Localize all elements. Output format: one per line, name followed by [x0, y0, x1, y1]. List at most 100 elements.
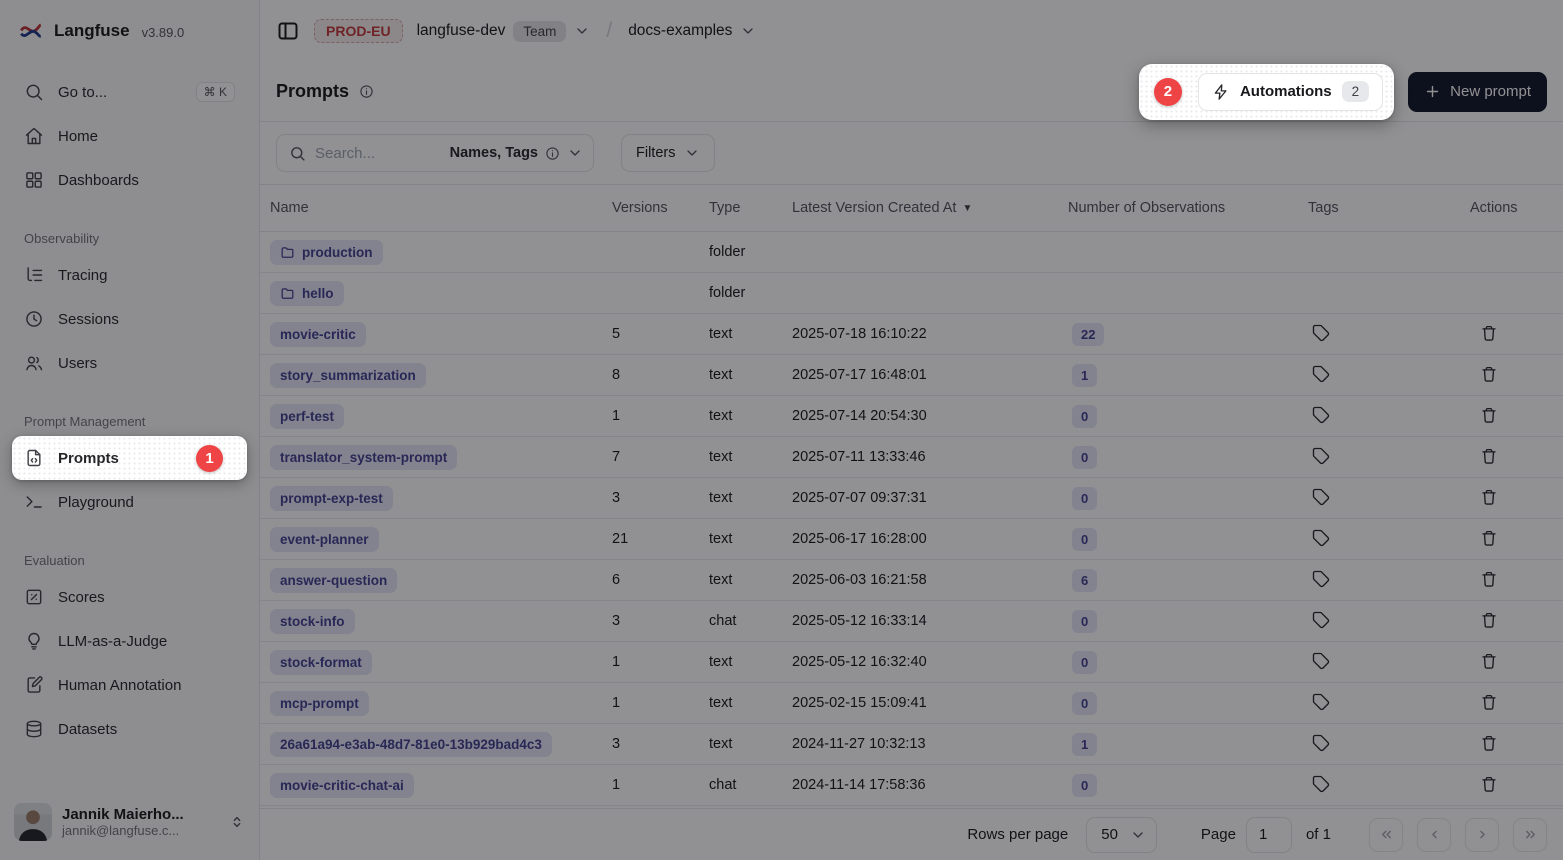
- table-row[interactable]: stock-info 3 chat 2025-05-12 16:33:14 0: [260, 601, 1563, 642]
- avatar: [14, 803, 52, 841]
- table-row[interactable]: perf-test 1 text 2025-07-14 20:54:30 0: [260, 396, 1563, 437]
- sidebar-item-prompts[interactable]: Prompts 1: [12, 436, 247, 480]
- column-header-tags[interactable]: Tags: [1308, 200, 1470, 216]
- delete-prompt-button[interactable]: [1478, 568, 1500, 590]
- add-tag-button[interactable]: [1310, 773, 1332, 795]
- table-row[interactable]: stock-format 1 text 2025-05-12 16:32:40 …: [260, 642, 1563, 683]
- delete-prompt-button[interactable]: [1478, 773, 1500, 795]
- column-header-type[interactable]: Type: [709, 200, 792, 216]
- add-tag-button[interactable]: [1310, 363, 1332, 385]
- delete-prompt-button[interactable]: [1478, 322, 1500, 344]
- table-row[interactable]: hello folder: [260, 273, 1563, 314]
- versions-cell: 8: [612, 367, 709, 383]
- sidebar-item-scores[interactable]: Scores: [12, 575, 247, 619]
- add-tag-button[interactable]: [1310, 445, 1332, 467]
- delete-prompt-button[interactable]: [1478, 527, 1500, 549]
- table-row[interactable]: answer-question 6 text 2025-06-03 16:21:…: [260, 560, 1563, 601]
- delete-prompt-button[interactable]: [1478, 691, 1500, 713]
- prompt-name-badge[interactable]: 26a61a94-e3ab-48d7-81e0-13b929bad4c3: [270, 732, 552, 757]
- delete-prompt-button[interactable]: [1478, 363, 1500, 385]
- prompt-name-badge[interactable]: production: [270, 240, 383, 265]
- prompt-name-badge[interactable]: stock-format: [270, 650, 372, 675]
- sidebar-item-llm-as-a-judge[interactable]: LLM-as-a-Judge: [12, 619, 247, 663]
- add-tag-button[interactable]: [1310, 404, 1332, 426]
- add-tag-button[interactable]: [1310, 732, 1332, 754]
- sidebar-item-datasets[interactable]: Datasets: [12, 707, 247, 751]
- tag-icon: [1312, 693, 1330, 711]
- table-row[interactable]: mcp-prompt 1 text 2025-02-15 15:09:41 0: [260, 683, 1563, 724]
- prompt-name-badge[interactable]: perf-test: [270, 404, 344, 429]
- column-header-name[interactable]: Name: [270, 200, 612, 216]
- sidebar-item-dashboards[interactable]: Dashboards: [12, 158, 247, 202]
- prompt-name-badge[interactable]: hello: [270, 281, 344, 306]
- add-tag-button[interactable]: [1310, 568, 1332, 590]
- sidebar-item-sessions[interactable]: Sessions: [12, 297, 247, 341]
- sidebar-toggle-icon[interactable]: [276, 19, 300, 43]
- search-input[interactable]: [315, 145, 441, 162]
- column-header-created-at[interactable]: Latest Version Created At ▼: [792, 200, 1068, 216]
- versions-cell: 3: [612, 736, 709, 752]
- sidebar-item-label: Tracing: [58, 267, 107, 284]
- sidebar-item-goto[interactable]: Go to... ⌘ K: [12, 70, 247, 114]
- prompt-name-badge[interactable]: stock-info: [270, 609, 355, 634]
- rows-per-page-select[interactable]: 50: [1086, 817, 1157, 853]
- type-cell: text: [709, 736, 792, 752]
- table-row[interactable]: movie-critic-chat-ai 1 chat 2024-11-14 1…: [260, 765, 1563, 806]
- org-selector[interactable]: langfuse-dev Team: [417, 21, 591, 42]
- table-row[interactable]: story_summarization 8 text 2025-07-17 16…: [260, 355, 1563, 396]
- delete-prompt-button[interactable]: [1478, 445, 1500, 467]
- file-code-icon: [24, 448, 44, 468]
- add-tag-button[interactable]: [1310, 527, 1332, 549]
- table-row[interactable]: event-planner 21 text 2025-06-17 16:28:0…: [260, 519, 1563, 560]
- sidebar-item-playground[interactable]: Playground: [12, 480, 247, 524]
- add-tag-button[interactable]: [1310, 322, 1332, 344]
- prompt-name-badge[interactable]: prompt-exp-test: [270, 486, 393, 511]
- delete-prompt-button[interactable]: [1478, 732, 1500, 754]
- prompt-name-badge[interactable]: story_summarization: [270, 363, 426, 388]
- prompt-name-badge[interactable]: event-planner: [270, 527, 379, 552]
- last-page-button[interactable]: [1513, 818, 1547, 852]
- prompt-name-badge[interactable]: movie-critic-chat-ai: [270, 773, 414, 798]
- sidebar-section-evaluation: Evaluation: [12, 553, 247, 568]
- environment-badge[interactable]: PROD-EU: [314, 19, 403, 43]
- sidebar-item-tracing[interactable]: Tracing: [12, 253, 247, 297]
- prompt-name-badge[interactable]: movie-critic: [270, 322, 366, 347]
- prompt-name-badge[interactable]: mcp-prompt: [270, 691, 369, 716]
- table-row[interactable]: prompt-exp-test 3 text 2025-07-07 09:37:…: [260, 478, 1563, 519]
- sidebar-nav: Go to... ⌘ K Home Dashboards Observabili…: [0, 62, 259, 792]
- delete-prompt-button[interactable]: [1478, 609, 1500, 631]
- search-scope-dropdown[interactable]: Names, Tags: [450, 145, 583, 161]
- user-menu[interactable]: Jannik Maierho... jannik@langfuse.c...: [0, 792, 259, 860]
- observations-count-badge: 0: [1072, 446, 1097, 469]
- delete-prompt-button[interactable]: [1478, 404, 1500, 426]
- info-icon[interactable]: [359, 84, 374, 99]
- add-tag-button[interactable]: [1310, 609, 1332, 631]
- delete-prompt-button[interactable]: [1478, 486, 1500, 508]
- automations-button[interactable]: Automations 2: [1198, 73, 1383, 111]
- add-tag-button[interactable]: [1310, 691, 1332, 713]
- table-row[interactable]: production folder: [260, 232, 1563, 273]
- sidebar-item-home[interactable]: Home: [12, 114, 247, 158]
- previous-page-button[interactable]: [1417, 818, 1451, 852]
- filters-button[interactable]: Filters: [621, 134, 715, 172]
- prompt-name-badge[interactable]: translator_system-prompt: [270, 445, 457, 470]
- new-prompt-button[interactable]: New prompt: [1408, 72, 1547, 112]
- sidebar-item-human-annotation[interactable]: Human Annotation: [12, 663, 247, 707]
- project-selector[interactable]: docs-examples: [628, 22, 756, 40]
- add-tag-button[interactable]: [1310, 650, 1332, 672]
- column-header-observations[interactable]: Number of Observations: [1068, 200, 1308, 216]
- add-tag-button[interactable]: [1310, 486, 1332, 508]
- breadcrumb-separator: /: [604, 19, 614, 43]
- first-page-button[interactable]: [1369, 818, 1403, 852]
- annotation-step-2-badge: 2: [1154, 78, 1182, 106]
- prompt-name-badge[interactable]: answer-question: [270, 568, 397, 593]
- sort-desc-icon: ▼: [962, 203, 972, 214]
- column-header-versions[interactable]: Versions: [612, 200, 709, 216]
- table-row[interactable]: translator_system-prompt 7 text 2025-07-…: [260, 437, 1563, 478]
- table-row[interactable]: 26a61a94-e3ab-48d7-81e0-13b929bad4c3 3 t…: [260, 724, 1563, 765]
- delete-prompt-button[interactable]: [1478, 650, 1500, 672]
- next-page-button[interactable]: [1465, 818, 1499, 852]
- sidebar-item-users[interactable]: Users: [12, 341, 247, 385]
- table-row[interactable]: movie-critic 5 text 2025-07-18 16:10:22 …: [260, 314, 1563, 355]
- page-number-input[interactable]: [1246, 817, 1292, 853]
